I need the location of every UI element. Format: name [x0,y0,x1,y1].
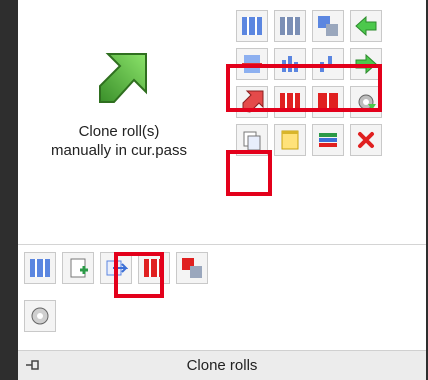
roll-clone-red-icon [182,258,202,278]
caption-text: Clone roll(s) manually in cur.pass [51,123,187,159]
gear-button[interactable] [24,300,56,332]
columns-blue-button[interactable] [236,10,268,42]
stack-colored-bars-icon [319,133,337,147]
columns-blue-icon [242,17,262,35]
gear-settings-icon [31,307,49,325]
copy-pages-icon [243,131,261,151]
clone-arrow-icon[interactable] [90,44,156,110]
top-area: Clone roll(s) manually in cur.pass [18,0,426,244]
columns-gray-icon [280,17,300,35]
highlight-move-to [114,252,164,298]
separator [18,244,426,245]
status-text: Clone rolls [186,357,258,374]
roll-clone-stack-button[interactable] [312,10,344,42]
notepad-button[interactable] [274,124,306,156]
arrow-left-button[interactable] [350,10,382,42]
columns-blue-3-button[interactable] [24,252,56,284]
highlight-copy-pages [226,150,272,196]
highlight-align-row [226,64,382,112]
close-red-x-icon [358,132,374,148]
roll-clone-red-button[interactable] [176,252,208,284]
columns-blue-3-icon [30,259,50,277]
roll-clone-stack-icon [318,16,338,36]
notepad-icon [281,130,299,150]
add-roll-button[interactable] [62,252,94,284]
stack-colored-bars-button[interactable] [312,124,344,156]
close-button[interactable] [350,124,382,156]
columns-gray-button[interactable] [274,10,306,42]
arrow-left-green-icon [355,15,377,37]
clone-rolls-panel: Clone roll(s) manually in cur.pass Clone… [18,0,426,380]
add-roll-icon [70,258,88,278]
status-bar: Clone rolls [18,350,426,380]
